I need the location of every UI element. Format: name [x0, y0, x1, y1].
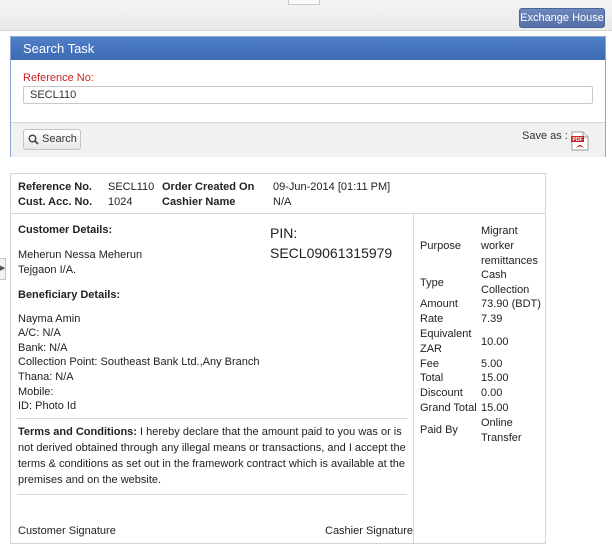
reference-no-label: Reference No: — [23, 72, 94, 84]
search-task-title: Search Task — [11, 37, 605, 60]
svg-text:PDF: PDF — [573, 137, 583, 143]
column-divider — [413, 214, 414, 543]
cashier-signature-label: Cashier Signature — [325, 525, 414, 537]
search-panel-footer: Search Save as : PDF — [11, 122, 605, 157]
paid-by-value-line2: Transfer — [481, 432, 522, 444]
cashier-name-caption: Cashier Name — [162, 196, 236, 208]
customer-address: Tejgaon I/A. — [18, 264, 77, 276]
beneficiary-id: ID: Photo Id — [18, 400, 77, 412]
pin-label: PIN: — [270, 225, 298, 241]
exchange-house-button[interactable]: Exchange House — [519, 8, 605, 28]
discount-value: 0.00 — [481, 387, 503, 399]
customer-signature-label: Customer Signature — [18, 525, 116, 537]
amount-value: 73.90 (BDT) — [481, 298, 541, 310]
paid-by-value-line1: Online — [481, 417, 513, 429]
collection-point: Collection Point: Southeast Bank Ltd.,An… — [18, 356, 260, 368]
customer-name: Meherun Nessa Meherun — [18, 249, 143, 261]
purpose-label: Purpose — [420, 240, 461, 252]
purpose-value-line3: remittances — [481, 255, 538, 267]
terms-divider-top — [17, 418, 407, 419]
paid-by-label: Paid By — [420, 424, 458, 436]
beneficiary-mobile: Mobile: — [18, 386, 54, 398]
terms-and-conditions: Terms and Conditions: I hereby declare t… — [18, 424, 410, 488]
pdf-file-icon[interactable]: PDF — [571, 131, 589, 151]
order-created-value: 09-Jun-2014 [01:11 PM] — [273, 181, 391, 193]
order-created-caption: Order Created On — [162, 181, 255, 193]
type-value-line2: Collection — [481, 284, 530, 296]
sidebar-toggle-handle[interactable]: ▶ — [0, 258, 6, 280]
rate-value: 7.39 — [481, 313, 503, 325]
terms-divider-bottom — [17, 494, 407, 495]
amount-label: Amount — [420, 298, 458, 310]
equivalent-label-line2: ZAR — [420, 343, 442, 355]
top-toolbar: Exchange House — [0, 0, 612, 31]
purpose-value-line2: worker — [481, 240, 515, 252]
total-value: 15.00 — [481, 372, 509, 384]
equivalent-value: 10.00 — [481, 336, 509, 348]
terms-label: Terms and Conditions: — [18, 426, 137, 438]
beneficiary-account: A/C: N/A — [18, 327, 61, 339]
grand-total-value: 15.00 — [481, 402, 509, 414]
rate-label: Rate — [420, 313, 444, 325]
search-button[interactable]: Search — [23, 129, 81, 150]
fee-value: 5.00 — [481, 358, 503, 370]
beneficiary-bank: Bank: N/A — [18, 342, 68, 354]
search-task-panel: Search Task Reference No: Search Save as… — [10, 36, 606, 157]
discount-label: Discount — [420, 387, 463, 399]
beneficiary-name: Nayma Amin — [18, 313, 81, 325]
fee-label: Fee — [420, 358, 439, 370]
customer-details-heading: Customer Details: — [18, 224, 113, 236]
type-label: Type — [420, 277, 444, 289]
beneficiary-thana: Thana: N/A — [18, 371, 74, 383]
grand-total-label: Grand Total — [420, 402, 477, 414]
cust-acc-caption: Cust. Acc. No. — [18, 196, 93, 208]
search-icon — [28, 134, 39, 145]
pin-value: SECL09061315979 — [270, 245, 393, 261]
reference-no-value: SECL110 — [108, 181, 155, 193]
remittance-receipt: Reference No. SECL110 Order Created On 0… — [10, 173, 546, 544]
save-as-label: Save as : — [522, 130, 568, 142]
beneficiary-details-heading: Beneficiary Details: — [18, 289, 121, 301]
cust-acc-value: 1024 — [108, 196, 133, 208]
collapse-tab[interactable] — [288, 0, 320, 5]
reference-no-caption: Reference No. — [18, 181, 92, 193]
equivalent-label-line1: Equivalent — [420, 328, 472, 340]
reference-no-input[interactable] — [23, 86, 593, 104]
search-button-label: Search — [42, 133, 77, 145]
purpose-value-line1: Migrant — [481, 225, 518, 237]
receipt-header: Reference No. SECL110 Order Created On 0… — [11, 174, 545, 214]
total-label: Total — [420, 372, 444, 384]
type-value-line1: Cash — [481, 269, 507, 281]
cashier-name-value: N/A — [273, 196, 292, 208]
